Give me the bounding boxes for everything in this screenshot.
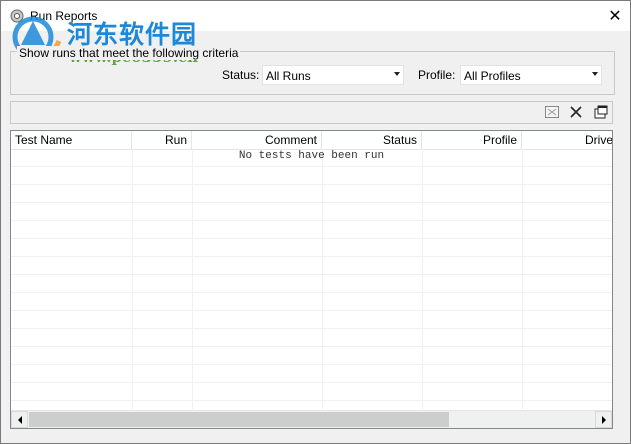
column-header-drive[interactable]: Drive <box>522 131 612 149</box>
column-header-run[interactable]: Run <box>132 131 192 149</box>
table-header: Test Name Run Comment Status Profile Dri… <box>11 131 612 150</box>
status-dropdown[interactable]: All Runs <box>262 65 404 85</box>
table-row <box>11 293 612 311</box>
table-row <box>11 347 612 365</box>
scrollbar-thumb[interactable] <box>29 412 449 427</box>
column-header-status[interactable]: Status <box>322 131 422 149</box>
scroll-right-button[interactable] <box>595 411 612 428</box>
toolbar-strip <box>10 101 613 124</box>
run-reports-window: Run Reports ✕ 河东软件园 www.pc0359.cn Show r… <box>0 0 631 444</box>
table-row <box>11 275 612 293</box>
delete-icon[interactable] <box>567 103 585 121</box>
table-row <box>11 329 612 347</box>
profile-dropdown[interactable]: All Profiles <box>460 65 602 85</box>
profile-label: Profile: <box>418 68 456 82</box>
table-row <box>11 365 612 383</box>
status-label: Status: <box>222 68 260 82</box>
runs-table[interactable]: Test Name Run Comment Status Profile Dri… <box>10 130 613 429</box>
table-row <box>11 239 612 257</box>
close-icon: ✕ <box>608 8 622 25</box>
table-row <box>11 203 612 221</box>
title-bar: Run Reports ✕ <box>1 1 630 31</box>
app-icon <box>10 9 24 23</box>
horizontal-scrollbar[interactable] <box>11 410 612 428</box>
table-row <box>11 185 612 203</box>
window-title: Run Reports <box>30 9 98 23</box>
close-button[interactable]: ✕ <box>600 1 630 31</box>
arrow-left-icon <box>17 415 22 424</box>
chevron-down-icon <box>592 72 598 76</box>
table-row <box>11 221 612 239</box>
empty-message: No tests have been run <box>238 150 385 162</box>
column-header-profile[interactable]: Profile <box>422 131 522 149</box>
criteria-legend: Show runs that meet the following criter… <box>17 46 241 60</box>
status-dropdown-value: All Runs <box>266 69 311 83</box>
report-icon[interactable] <box>543 103 561 121</box>
column-header-comment[interactable]: Comment <box>192 131 322 149</box>
properties-icon[interactable] <box>592 103 610 121</box>
arrow-right-icon <box>601 415 606 424</box>
scroll-left-button[interactable] <box>11 411 28 428</box>
table-row <box>11 257 612 275</box>
table-row <box>11 311 612 329</box>
profile-dropdown-value: All Profiles <box>464 69 521 83</box>
table-row <box>11 167 612 185</box>
chevron-down-icon <box>394 72 400 76</box>
column-header-test-name[interactable]: Test Name <box>11 131 132 149</box>
table-row <box>11 383 612 401</box>
